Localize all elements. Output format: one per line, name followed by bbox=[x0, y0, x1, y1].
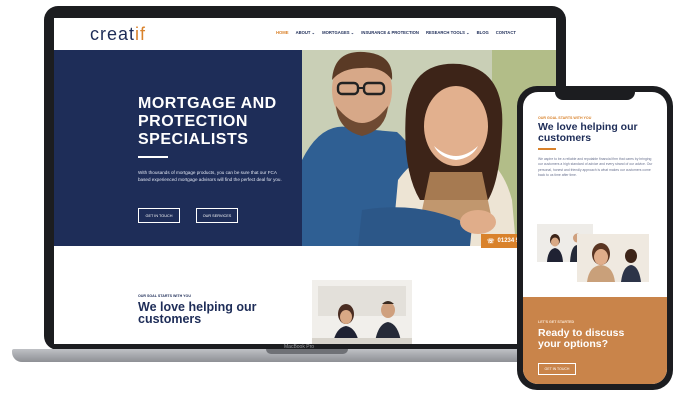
nav-item-mortgages[interactable]: MORTGAGES ⌄ bbox=[322, 30, 354, 35]
nav-item-insurance[interactable]: INSURANCE & PROTECTION bbox=[361, 30, 419, 35]
nav-item-home[interactable]: HOME bbox=[276, 30, 289, 35]
our-services-button[interactable]: OUR SERVICES bbox=[196, 208, 238, 223]
mobile-divider bbox=[538, 148, 556, 150]
nav-item-research-tools[interactable]: RESEARCH TOOLS ⌄ bbox=[426, 30, 470, 35]
mobile-section-title: We love helping our customers bbox=[538, 121, 638, 144]
hero-title: MORTGAGE AND PROTECTION SPECIALISTS bbox=[138, 95, 277, 148]
section-title: We love helping our customers bbox=[138, 300, 257, 326]
mobile-get-in-touch-button[interactable]: GET IN TOUCH bbox=[538, 363, 576, 375]
section-tagline: OUR SOAL STARTS WITH YOU bbox=[138, 294, 191, 298]
nav-item-about[interactable]: ABOUT ⌄ bbox=[296, 30, 316, 35]
mobile-cta-tagline: LET'S GET STARTED bbox=[538, 320, 575, 324]
get-in-touch-button[interactable]: GET IN TOUCH bbox=[138, 208, 180, 223]
main-nav: HOME ABOUT ⌄ MORTGAGES ⌄ INSURANCE & PRO… bbox=[276, 30, 516, 35]
mobile-cta-title: Ready to discuss your options? bbox=[538, 327, 625, 350]
logo-text: creat bbox=[90, 24, 136, 44]
mobile-section-body: We aspire to be a reliable and reputable… bbox=[538, 157, 653, 178]
client-photo-small bbox=[577, 234, 649, 282]
laptop-screen: creatif HOME ABOUT ⌄ MORTGAGES ⌄ INSURAN… bbox=[54, 18, 556, 344]
phone-notch bbox=[555, 92, 635, 100]
mobile-photo-2 bbox=[577, 234, 649, 282]
laptop-model-label: MacBook Pro bbox=[284, 344, 315, 350]
hero-description: With thousands of mortgage products, you… bbox=[138, 170, 282, 182]
meeting-photo bbox=[312, 280, 412, 344]
site-logo[interactable]: creatif bbox=[90, 24, 146, 45]
site-header: creatif HOME ABOUT ⌄ MORTGAGES ⌄ INSURAN… bbox=[54, 18, 556, 51]
hero-divider bbox=[138, 156, 168, 158]
logo-accent-text: if bbox=[135, 24, 147, 44]
advisors-photo bbox=[312, 280, 412, 344]
nav-item-blog[interactable]: BLOG bbox=[477, 30, 489, 35]
nav-item-contact[interactable]: CONTACT bbox=[496, 30, 516, 35]
phone-number-text: 01234 5 bbox=[497, 238, 520, 244]
phone-icon: ☏ bbox=[487, 238, 495, 245]
mobile-section-tagline: OUR GOAL STARTS WITH YOU bbox=[538, 116, 592, 120]
